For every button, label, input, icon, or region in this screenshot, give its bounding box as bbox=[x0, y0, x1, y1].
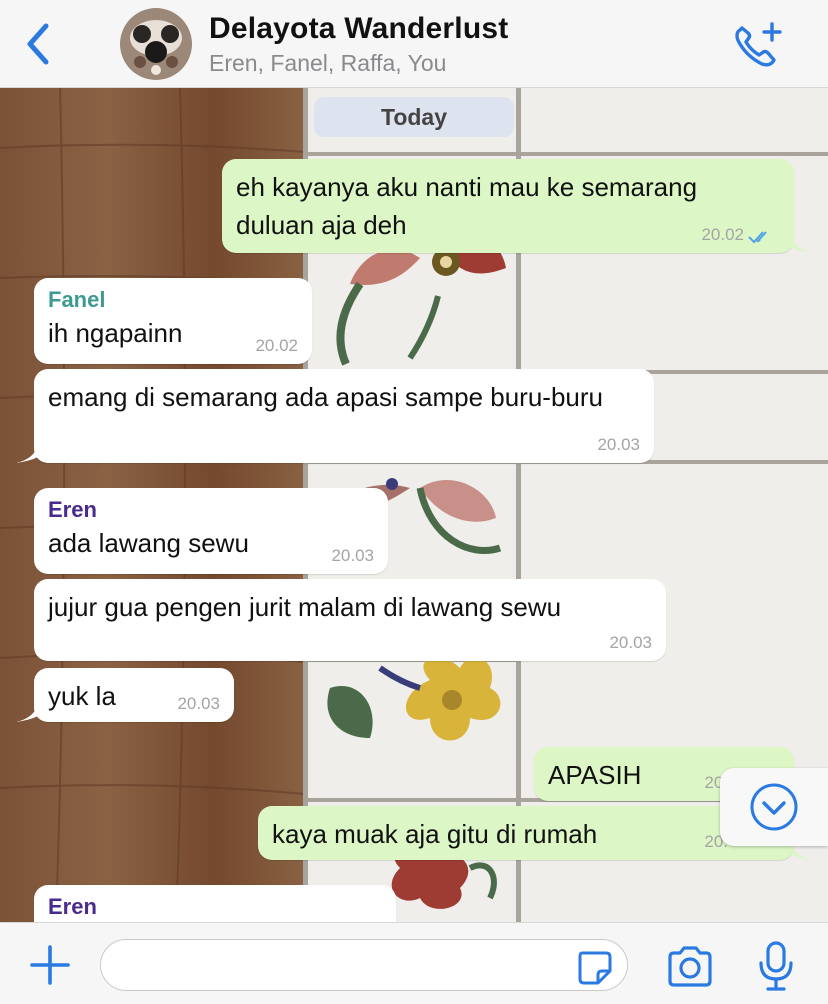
sender-name[interactable]: Eren bbox=[48, 497, 374, 523]
microphone-icon bbox=[759, 941, 793, 991]
message-text: emang di semarang ada apasi sampe buru-b… bbox=[48, 382, 604, 412]
sticker-icon bbox=[578, 951, 612, 985]
microphone-button[interactable] bbox=[754, 939, 798, 995]
incoming-message[interactable]: yuk la 20.03 bbox=[34, 668, 234, 722]
message-time: 20.03 bbox=[609, 633, 652, 652]
message-text: eh kayanya aku nanti mau ke semarang dul… bbox=[236, 172, 698, 240]
chat-area[interactable]: Today eh kayanya aku nanti mau ke semara… bbox=[0, 88, 828, 922]
message-input-bar bbox=[0, 922, 828, 1004]
plus-icon bbox=[30, 945, 70, 985]
sender-name[interactable]: Fanel bbox=[48, 287, 298, 313]
chat-title[interactable]: Delayota Wanderlust bbox=[209, 12, 508, 46]
incoming-message[interactable]: Fanel ih ngapainn 20.02 bbox=[34, 278, 312, 364]
message-text: jujur gua pengen jurit malam di lawang s… bbox=[48, 592, 562, 622]
scroll-to-bottom-button[interactable] bbox=[720, 768, 828, 846]
date-separator: Today bbox=[314, 97, 514, 137]
read-receipt-icon bbox=[748, 231, 767, 244]
add-call-icon bbox=[735, 22, 782, 67]
camera-button[interactable] bbox=[664, 945, 716, 989]
message-text: ada lawang sewu bbox=[48, 528, 249, 558]
incoming-message[interactable]: emang di semarang ada apasi sampe buru-b… bbox=[34, 369, 654, 463]
camera-icon bbox=[668, 946, 712, 987]
add-call-button[interactable] bbox=[730, 20, 786, 70]
message-time: 20.03 bbox=[597, 435, 640, 454]
outgoing-message[interactable]: eh kayanya aku nanti mau ke semarang dul… bbox=[222, 159, 794, 253]
chevron-down-circle-icon bbox=[750, 783, 798, 831]
incoming-message[interactable]: Eren ada lawang sewu 20.03 bbox=[34, 488, 388, 574]
sender-name[interactable]: Eren bbox=[48, 894, 382, 920]
group-avatar[interactable] bbox=[120, 8, 192, 80]
chat-header: Delayota Wanderlust Eren, Fanel, Raffa, … bbox=[0, 0, 828, 88]
message-time: 20.02 bbox=[701, 225, 744, 244]
bubble-tail bbox=[16, 445, 38, 463]
message-time: 20.03 bbox=[177, 694, 220, 713]
incoming-message[interactable]: Eren bbox=[34, 885, 396, 922]
message-time: 20.03 bbox=[331, 546, 374, 565]
message-input[interactable] bbox=[100, 939, 628, 991]
incoming-message[interactable]: jujur gua pengen jurit malam di lawang s… bbox=[34, 579, 666, 661]
sticker-button[interactable] bbox=[574, 947, 614, 987]
chevron-left-icon bbox=[27, 23, 49, 65]
bubble-tail bbox=[790, 235, 812, 253]
bubble-tail bbox=[16, 704, 38, 722]
outgoing-message[interactable]: kaya muak aja gitu di rumah 20. bbox=[258, 806, 794, 860]
message-time: 20.02 bbox=[255, 336, 298, 355]
participants-list[interactable]: Eren, Fanel, Raffa, You bbox=[209, 50, 446, 77]
back-button[interactable] bbox=[20, 20, 60, 68]
attach-button[interactable] bbox=[28, 943, 72, 987]
